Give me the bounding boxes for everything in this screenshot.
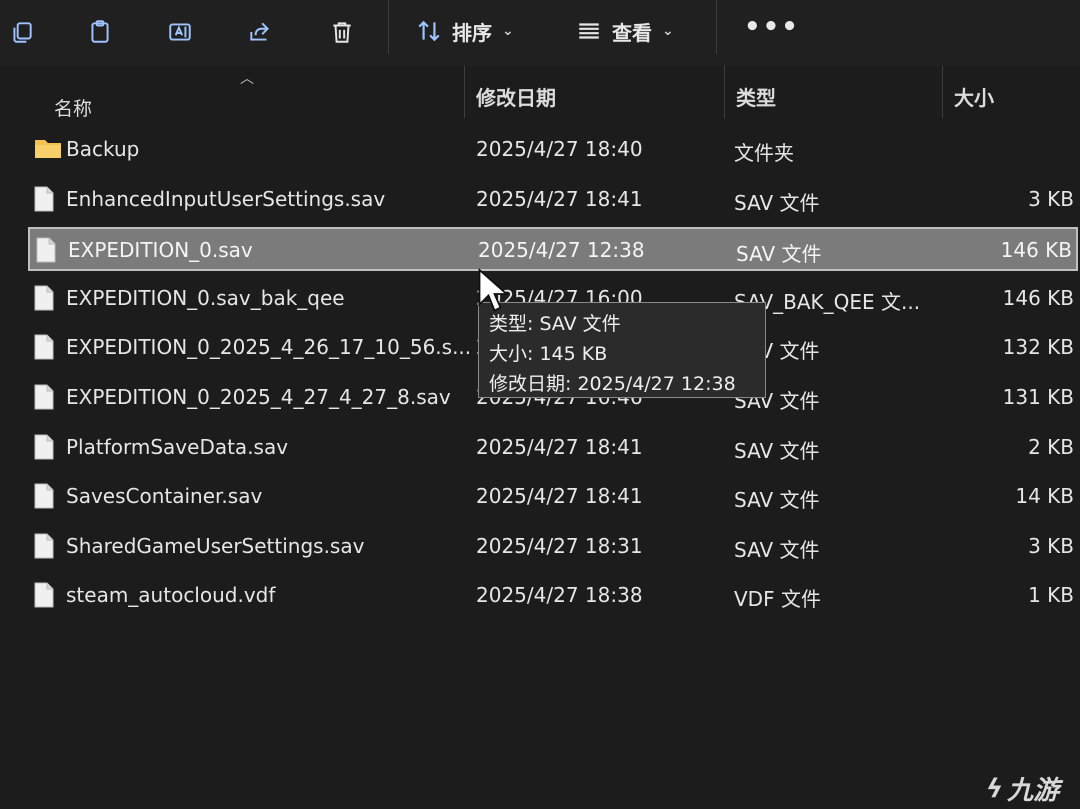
tooltip-type: 类型: SAV 文件 (489, 313, 621, 335)
file-type: SAV 文件 (734, 537, 820, 562)
file-type: SAV 文件 (736, 242, 822, 267)
file-type: SAV 文件 (734, 488, 820, 513)
file-type: SAV 文件 (734, 438, 820, 463)
file-name: EXPEDITION_0_2025_4_27_4_27_8.sav (66, 385, 451, 409)
share-icon (250, 22, 269, 41)
column-header-size[interactable]: 大小 (954, 82, 994, 111)
chevron-down-icon: ⌄ (662, 23, 674, 39)
sort-icon (418, 20, 440, 42)
tooltip-modified: 修改日期: 2025/4/27 12:38 (489, 373, 736, 395)
command-bar: 排序 ⌄ 查看 ⌄ ••• (0, 0, 1080, 66)
file-size: 3 KB (1028, 533, 1074, 558)
file-info-tooltip: 类型: SAV 文件 大小: 145 KB 修改日期: 2025/4/27 12… (478, 302, 766, 398)
file-size: 14 KB (1015, 484, 1074, 509)
file-modified: 2025/4/27 18:41 (476, 434, 643, 459)
file-name: steam_autocloud.vdf (66, 583, 276, 608)
tooltip-size: 大小: 145 KB (489, 343, 608, 365)
file-row[interactable]: PlatformSaveData.sav 2025/4/27 18:41 SAV 文… (28, 426, 1078, 470)
trash-icon (333, 22, 351, 43)
mouse-cursor-icon (478, 268, 508, 312)
file-size: 146 KB (1002, 285, 1074, 310)
file-icon (34, 334, 54, 365)
file-size: 146 KB (1000, 238, 1072, 263)
sort-label: 排序 (452, 20, 492, 45)
paste-button[interactable] (80, 12, 120, 52)
file-icon (34, 186, 54, 217)
copy-icon (13, 22, 32, 43)
file-name: SavesContainer.sav (66, 484, 263, 509)
column-header-modified[interactable]: 修改日期 (476, 82, 556, 111)
file-type: VDF 文件 (734, 587, 821, 612)
file-name: EnhancedInputUserSettings.sav (66, 186, 386, 211)
file-name: PlatformSaveData.sav (66, 434, 289, 459)
toolbar-divider (388, 0, 389, 54)
delete-button[interactable] (322, 12, 362, 52)
file-icon (34, 582, 54, 613)
file-modified: 2025/4/27 12:38 (478, 238, 645, 263)
view-list-icon (579, 23, 599, 39)
file-modified: 2025/4/27 18:31 (476, 533, 643, 558)
view-label: 查看 (612, 20, 652, 45)
file-modified: 2025/4/27 18:41 (476, 484, 643, 509)
copy-button[interactable] (2, 12, 42, 52)
sort-menu-button[interactable]: 排序 ⌄ (416, 14, 514, 48)
file-size: 3 KB (1028, 186, 1074, 211)
file-modified: 2025/4/27 18:41 (476, 186, 643, 211)
file-modified: 2025/4/27 18:40 (476, 137, 643, 161)
chevron-down-icon: ⌄ (502, 23, 514, 39)
file-modified: 2025/4/27 18:38 (476, 583, 643, 608)
file-type: SAV 文件 (734, 190, 820, 215)
watermark-symbol-icon: ϟ (986, 773, 1004, 804)
file-name: SharedGameUserSettings.sav (66, 533, 365, 558)
rename-icon (169, 23, 191, 41)
file-name: EXPEDITION_0_2025_4_26_17_10_56.s... (66, 335, 472, 360)
file-icon (34, 384, 54, 415)
file-name: EXPEDITION_0.sav_bak_qee (66, 285, 345, 310)
file-icon (34, 434, 54, 465)
file-name: EXPEDITION_0.sav (68, 238, 253, 263)
file-row[interactable]: steam_autocloud.vdf 2025/4/27 18:38 VDF 文件… (28, 574, 1078, 618)
toolbar-divider (716, 0, 717, 54)
column-header-name[interactable]: 名称 (54, 94, 92, 121)
more-options-button[interactable]: ••• (744, 12, 800, 42)
folder-icon (34, 136, 62, 165)
file-size: 131 KB (1002, 385, 1074, 409)
file-size: 132 KB (1002, 335, 1074, 360)
column-divider[interactable] (464, 66, 465, 118)
file-name: Backup (66, 137, 140, 161)
column-divider[interactable] (724, 66, 725, 118)
paste-icon (91, 20, 109, 43)
file-icon (34, 483, 54, 514)
file-type: 文件夹 (734, 141, 794, 165)
column-header-row: ︿ 名称 修改日期 类型 大小 (0, 66, 1080, 124)
rename-button[interactable] (160, 12, 200, 52)
file-icon (34, 533, 54, 564)
file-size: 2 KB (1028, 434, 1074, 459)
file-size: 1 KB (1028, 583, 1074, 608)
watermark-text: 九游 (1007, 776, 1060, 806)
file-row[interactable]: EnhancedInputUserSettings.sav 2025/4/27 1… (28, 178, 1078, 222)
file-row[interactable]: SavesContainer.sav 2025/4/27 18:41 SAV 文件 1… (28, 475, 1078, 519)
file-row[interactable]: EXPEDITION_0.sav 2025/4/27 12:38 SAV 文件 146… (28, 227, 1078, 272)
sort-ascending-icon: ︿ (240, 71, 254, 87)
file-icon (34, 285, 54, 316)
file-icon (36, 237, 56, 268)
share-button[interactable] (240, 12, 280, 52)
file-row[interactable]: Backup 2025/4/27 18:40 文件夹 (28, 128, 1078, 172)
column-header-type[interactable]: 类型 (736, 82, 776, 111)
file-row[interactable]: SharedGameUserSettings.sav 2025/4/27 18:3… (28, 525, 1078, 569)
watermark-logo: ϟ 九游 (986, 770, 1059, 807)
column-divider[interactable] (942, 66, 943, 118)
view-menu-button[interactable]: 查看 ⌄ (576, 14, 674, 48)
